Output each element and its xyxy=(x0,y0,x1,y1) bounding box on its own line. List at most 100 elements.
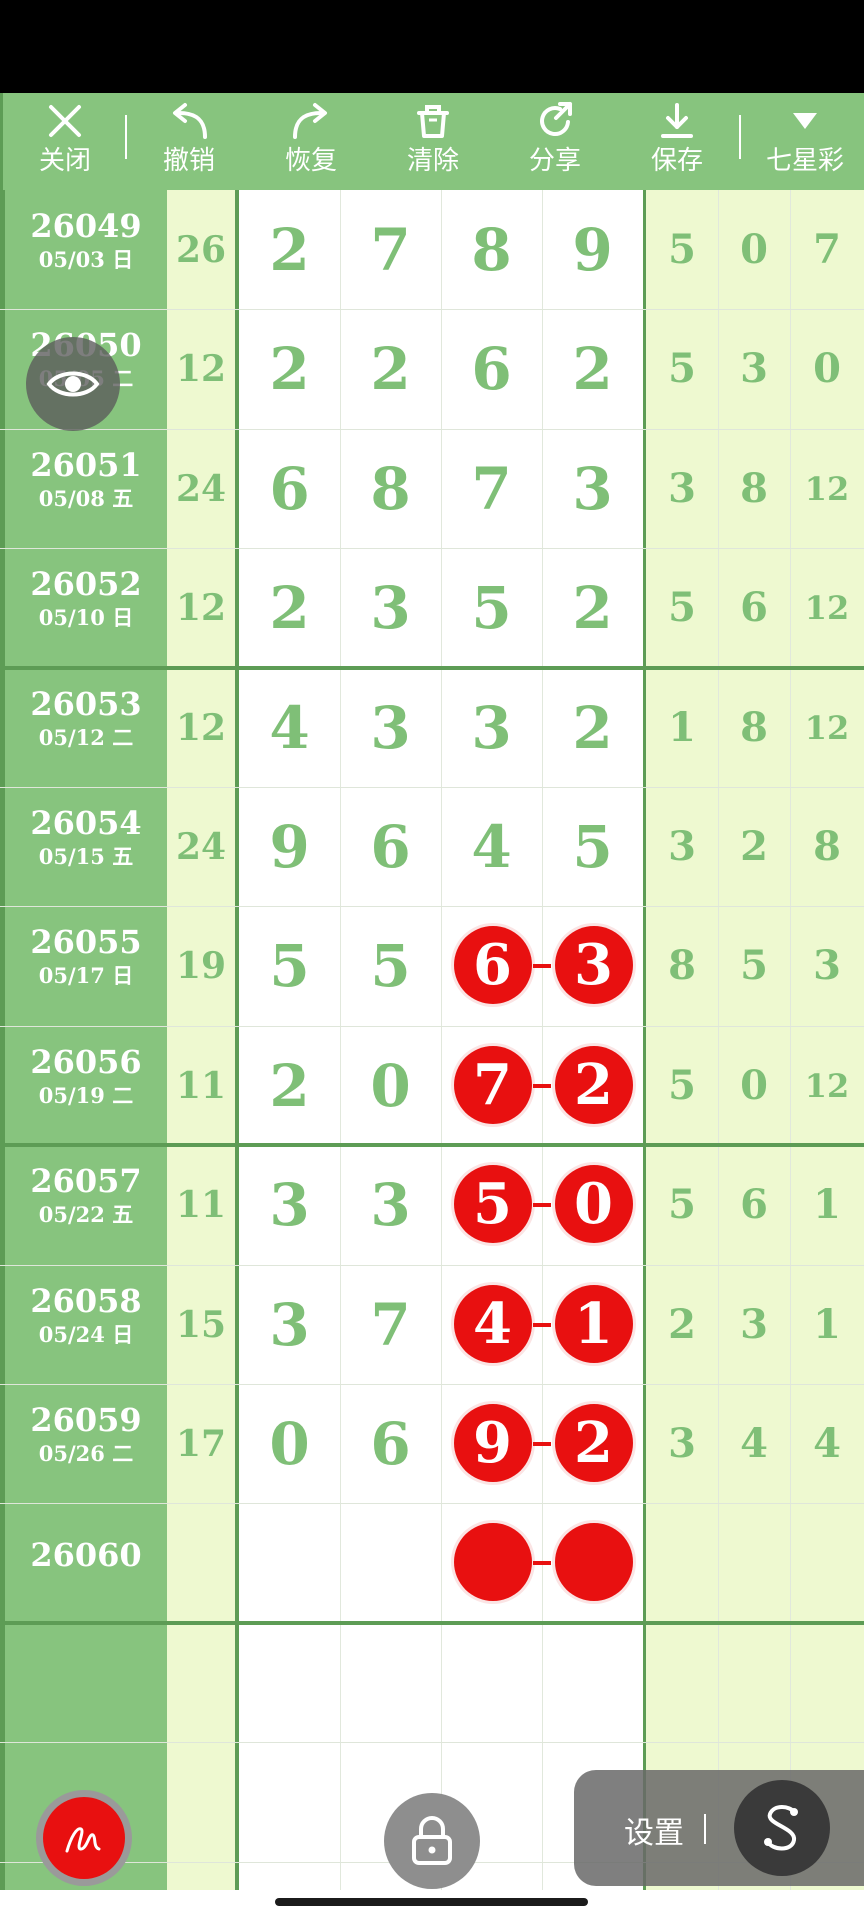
highlight-ball[interactable]: 0 xyxy=(554,1165,633,1243)
digit-cell[interactable]: 2 xyxy=(340,309,441,428)
stat-cell: 5 xyxy=(668,584,696,631)
highlight-ball[interactable]: 9 xyxy=(453,1404,532,1482)
digit-cell[interactable] xyxy=(239,1503,340,1622)
digit-cell[interactable]: 3 xyxy=(340,548,441,667)
digit-cell[interactable]: 5 xyxy=(542,787,643,906)
table-row[interactable]: 26049 05/03 日 26 2 7 8 9 5 0 7 xyxy=(0,190,864,309)
undo-button[interactable]: 撤销 xyxy=(139,93,239,190)
trend-grid[interactable]: 2604905/03 日2627895072605005/05 二1222625… xyxy=(0,190,864,1890)
ball-connector xyxy=(533,1084,551,1088)
highlight-ball[interactable] xyxy=(554,1523,633,1601)
digit-cell[interactable]: 2 xyxy=(239,309,340,428)
sum-value: 12 xyxy=(175,586,227,629)
stat-cell: 3 xyxy=(668,823,696,870)
digit-cell[interactable]: 6 xyxy=(239,429,340,548)
digit-cell[interactable]: 2 xyxy=(542,309,643,428)
draw-date: 05/15 五 xyxy=(38,844,134,869)
visibility-toggle-button[interactable] xyxy=(26,337,120,431)
sum-value: 24 xyxy=(175,467,227,510)
table-row[interactable]: 26052 05/10 日 12 2 3 5 2 5 6 12 xyxy=(0,548,864,667)
digit-cell[interactable]: 0 xyxy=(239,1384,340,1503)
table-row[interactable]: 26056 05/19 二 11 2 0 7 2 5 0 12 xyxy=(0,1026,864,1145)
digit-cell[interactable]: 8 xyxy=(340,429,441,548)
digit-cell[interactable]: 8 xyxy=(441,190,542,309)
table-row[interactable]: 26060 xyxy=(0,1503,864,1622)
table-row[interactable]: 2605005/05 二122262530 xyxy=(0,309,864,428)
digit-cell[interactable]: 3 xyxy=(340,1145,441,1264)
lock-button[interactable] xyxy=(384,1793,480,1889)
home-indicator[interactable] xyxy=(275,1898,588,1906)
issue-number: 26059 xyxy=(30,1401,142,1439)
clear-button[interactable]: 清除 xyxy=(383,93,483,190)
table-row[interactable]: 26053 05/12 二 12 4 3 3 2 1 8 12 xyxy=(0,668,864,787)
digit-cell[interactable]: 5 xyxy=(239,906,340,1025)
digit-cell[interactable]: 2 xyxy=(542,668,643,787)
close-button[interactable]: 关闭 xyxy=(15,93,115,190)
table-row[interactable]: 26058 05/24 日 15 3 7 4 1 2 3 1 xyxy=(0,1265,864,1384)
sum-value: 17 xyxy=(175,1422,227,1465)
highlight-ball[interactable] xyxy=(453,1523,532,1601)
s-floating-button[interactable] xyxy=(734,1780,830,1876)
digit-cell[interactable]: 9 xyxy=(239,787,340,906)
digit-cell[interactable]: 3 xyxy=(340,668,441,787)
lottery-type-dropdown[interactable]: 七星彩 xyxy=(755,93,855,190)
digit-cell[interactable] xyxy=(340,1503,441,1622)
digit-cell[interactable]: 6 xyxy=(441,309,542,428)
digit-cell[interactable]: 2 xyxy=(239,1026,340,1145)
download-icon xyxy=(627,99,727,143)
digit-cell[interactable]: 0 xyxy=(340,1026,441,1145)
highlight-ball[interactable]: 1 xyxy=(554,1285,633,1363)
highlight-ball[interactable]: 6 xyxy=(453,926,532,1004)
draw-date: 05/08 五 xyxy=(38,486,134,511)
stat-cell: 5 xyxy=(668,1062,696,1109)
digit-cell[interactable]: 7 xyxy=(340,1265,441,1384)
digit-cell[interactable]: 4 xyxy=(239,668,340,787)
stat-cell: 4 xyxy=(740,1420,768,1467)
digit-cell[interactable]: 3 xyxy=(239,1265,340,1384)
digit-cell[interactable]: 3 xyxy=(441,668,542,787)
stat-cell: 12 xyxy=(804,469,850,508)
stat-cell: 5 xyxy=(740,942,768,989)
stat-cell: 12 xyxy=(804,588,850,627)
digit-cell[interactable]: 7 xyxy=(340,190,441,309)
stat-cell: 3 xyxy=(668,1420,696,1467)
highlight-ball[interactable]: 5 xyxy=(453,1165,532,1243)
table-row[interactable]: 26055 05/17 日 19 5 5 6 3 8 5 3 xyxy=(0,906,864,1025)
digit-cell[interactable]: 2 xyxy=(542,548,643,667)
stat-cell: 3 xyxy=(813,942,841,989)
digit-cell[interactable]: 5 xyxy=(340,906,441,1025)
highlight-ball[interactable]: 4 xyxy=(453,1285,532,1363)
stat-cell xyxy=(646,1503,718,1622)
digit-cell[interactable]: 4 xyxy=(441,787,542,906)
table-row[interactable]: 26054 05/15 五 24 9 6 4 5 3 2 8 xyxy=(0,787,864,906)
redo-button[interactable]: 恢复 xyxy=(261,93,361,190)
digit-cell[interactable]: 2 xyxy=(239,548,340,667)
table-row[interactable]: 26057 05/22 五 11 3 3 5 0 5 6 1 xyxy=(0,1145,864,1264)
digit-cell[interactable]: 2 xyxy=(239,190,340,309)
digit-cell[interactable]: 6 xyxy=(340,1384,441,1503)
share-icon xyxy=(505,99,605,143)
issue-number: 26057 xyxy=(30,1162,142,1200)
digit-cell[interactable]: 5 xyxy=(441,548,542,667)
settings-button[interactable]: 设置 xyxy=(624,1808,684,1852)
highlight-ball[interactable]: 2 xyxy=(554,1046,633,1124)
lock-icon xyxy=(412,1816,452,1865)
digit-cell[interactable]: 7 xyxy=(441,429,542,548)
table-row[interactable]: 26051 05/08 五 24 6 8 7 3 3 8 12 xyxy=(0,429,864,548)
highlight-ball[interactable]: 7 xyxy=(453,1046,532,1124)
table-row[interactable]: 26059 05/26 二 17 0 6 9 2 3 4 4 xyxy=(0,1384,864,1503)
digit-cell[interactable]: 3 xyxy=(239,1145,340,1264)
share-button[interactable]: 分享 xyxy=(505,93,605,190)
highlight-ball[interactable]: 2 xyxy=(554,1404,633,1482)
ball-connector xyxy=(533,1561,551,1565)
digit-cell[interactable]: 3 xyxy=(542,429,643,548)
sum-value: 15 xyxy=(175,1303,227,1346)
digit-cell[interactable]: 9 xyxy=(542,190,643,309)
pen-tool-button[interactable] xyxy=(36,1790,132,1886)
stat-cell: 3 xyxy=(740,345,768,392)
digit-cell[interactable]: 6 xyxy=(340,787,441,906)
stat-cell: 8 xyxy=(668,942,696,989)
issue-number: 26058 xyxy=(30,1282,142,1320)
save-button[interactable]: 保存 xyxy=(627,93,727,190)
highlight-ball[interactable]: 3 xyxy=(554,926,633,1004)
